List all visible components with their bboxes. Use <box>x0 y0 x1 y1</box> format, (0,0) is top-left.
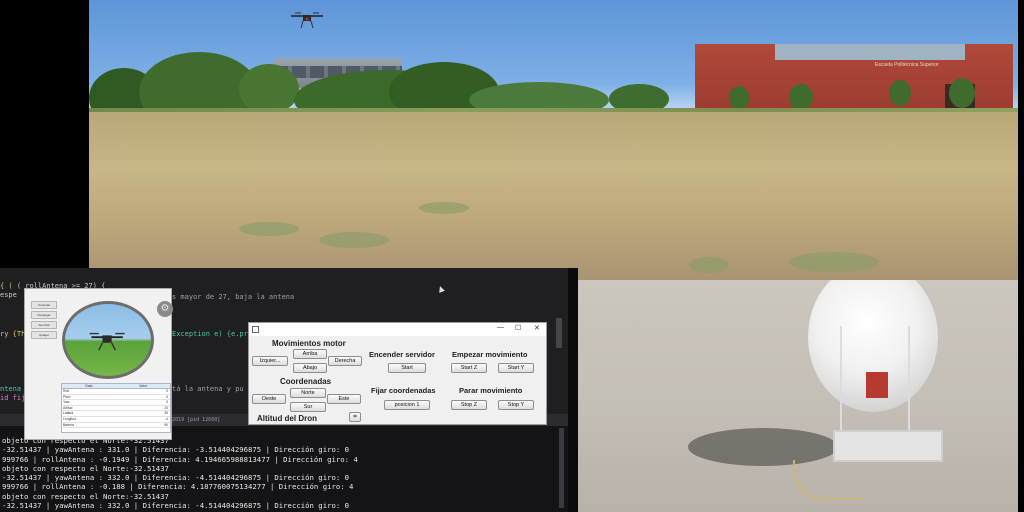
east-button[interactable]: Este <box>327 394 361 404</box>
code-line: ry {Th <box>0 330 26 338</box>
drone-altitude-title: Altitud del Dron <box>257 414 317 423</box>
drone-camera-view <box>62 301 154 379</box>
console-line: -32.51437 | yawAntena : 331.0 | Diferenc… <box>2 445 350 455</box>
console-line: -32.51437 | yawAntena : 332.0 | Diferenc… <box>2 501 350 511</box>
motor-movements-title: Movimientos motor <box>272 339 346 348</box>
start-z-button[interactable]: Start Z <box>451 363 487 373</box>
position-1-button[interactable]: posicion 1 <box>384 400 430 410</box>
building-sign: Escuela Politécnica Superior <box>875 62 939 68</box>
connect-button[interactable]: Conectar <box>31 301 57 309</box>
shutdown-button[interactable]: Apagar <box>31 331 57 339</box>
south-button[interactable]: Sur <box>290 402 326 412</box>
start-server-button[interactable]: Start <box>388 363 426 373</box>
code-comment: tá la antena y pu <box>172 385 244 393</box>
control-board <box>866 372 888 398</box>
antenna-base <box>833 430 943 462</box>
console-scrollbar[interactable] <box>559 428 564 508</box>
west-button[interactable]: Oeste <box>252 394 286 404</box>
start-server-title: Encender servidor <box>369 350 435 359</box>
table-header: Valor <box>139 384 147 388</box>
table-row: Batería 90 <box>62 422 170 429</box>
begin-movement-title: Empezar movimiento <box>452 350 528 359</box>
code-line: Exception e) {e.pr <box>172 330 248 338</box>
telemetry-table: Dato Valor Roll 0 Pitch 0 Yaw 0 Altitud 20 L… <box>61 383 171 433</box>
left-button[interactable]: Izquier... <box>252 356 288 366</box>
code-line: id fij <box>0 394 26 402</box>
close-button[interactable]: ✕ <box>534 324 540 332</box>
console-line: objeto con respecto el Norte:-32.51437 <box>2 491 169 501</box>
console-line: 999766 | rollAntena : -0.1949 | Diferenc… <box>2 454 358 464</box>
java-app-icon <box>252 326 259 333</box>
stop-y-button[interactable]: Stop Y <box>498 400 534 410</box>
video-divider <box>568 268 578 512</box>
right-button[interactable]: Derecha <box>328 356 362 366</box>
takeoff-button[interactable]: Despegar <box>31 311 57 319</box>
console-line: -32.51437 | yawAntena : 332.0 | Diferenc… <box>2 473 350 483</box>
altitude-spinner[interactable]: ≑ <box>349 412 361 422</box>
console-line: objeto con respecto el Norte:-32.51437 <box>2 463 169 473</box>
window-titlebar[interactable]: — ☐ ✕ <box>249 323 546 336</box>
dry-field-ground <box>89 112 1018 280</box>
coordinates-title: Coordenadas <box>280 377 332 386</box>
antenna-control-window[interactable]: — ☐ ✕ Movimientos motor Izquier... Arrib… <box>248 322 547 425</box>
drone-field-video: Escuela Politécnica Superior <box>89 0 1018 280</box>
editor-scrollbar[interactable] <box>556 318 562 348</box>
drone-in-sky-icon <box>291 12 323 29</box>
down-button[interactable]: Abajo <box>293 363 327 373</box>
start-y-button[interactable]: Start Y <box>498 363 534 373</box>
code-comment: s mayor de 27, baja la antena <box>172 293 295 301</box>
drone-icon <box>89 332 125 351</box>
console-line: 999766 | rollAntena : -0.188 | Diferenci… <box>2 482 354 492</box>
stop-movement-title: Parar movimiento <box>459 386 523 395</box>
drone-status-window[interactable]: Conectar Despegar Aterrizar Apagar ⚙ Dat… <box>24 288 173 440</box>
settings-gear-icon[interactable]: ⚙ <box>157 301 173 317</box>
fix-coordinates-title: Fijar coordenadas <box>371 386 436 395</box>
up-button[interactable]: Arriba <box>293 349 327 359</box>
north-button[interactable]: Norte <box>290 388 326 398</box>
code-line: ntena <box>0 385 22 393</box>
power-cable <box>793 460 863 500</box>
land-button[interactable]: Aterrizar <box>31 321 57 329</box>
maximize-button[interactable]: ☐ <box>515 324 521 332</box>
antenna-tracker-video <box>578 280 1018 512</box>
code-line: espe <box>0 291 17 299</box>
minimize-button[interactable]: — <box>497 324 504 331</box>
table-header: Dato <box>85 384 93 388</box>
stop-z-button[interactable]: Stop Z <box>451 400 487 410</box>
